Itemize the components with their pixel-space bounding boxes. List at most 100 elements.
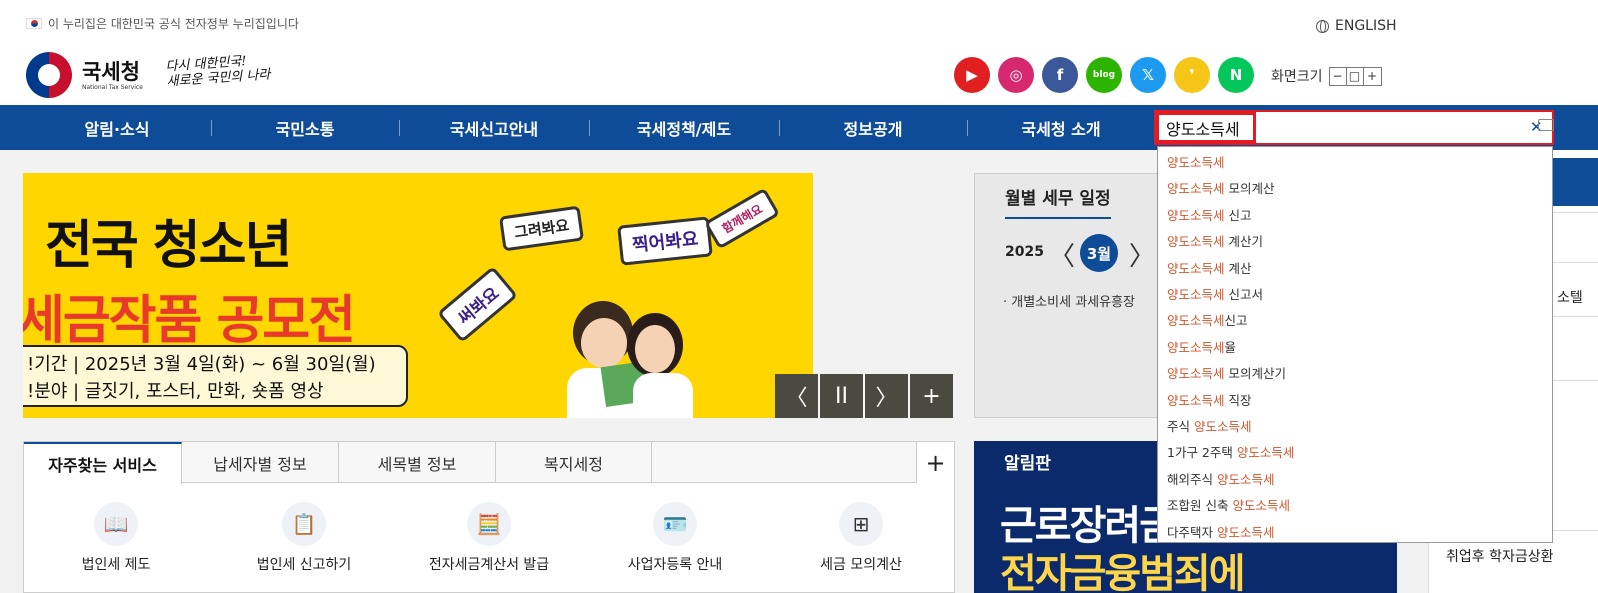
font-increase-button[interactable]: +	[1363, 67, 1381, 85]
nav-tax-filing[interactable]: 국세신고안내	[399, 105, 589, 150]
x-icon[interactable]: 𝕏	[1130, 57, 1166, 93]
tabs-more-button[interactable]: +	[916, 442, 954, 483]
service-tax-simulation[interactable]: ⊞ 세금 모의계산	[771, 502, 951, 574]
banner-controls: 〈 II 〉 +	[775, 374, 953, 418]
suggestion-item[interactable]: 조합원 신축 양도소득세	[1167, 495, 1290, 514]
schedule-prev-button[interactable]: 〈	[1049, 236, 1075, 273]
logo-eng: National Tax Service	[82, 83, 143, 91]
calculator-icon: 🧮	[467, 502, 511, 546]
suggestion-highlight: 양도소득세	[1167, 392, 1225, 408]
schedule-title: 월별 세무 일정	[1005, 184, 1111, 219]
suggestion-rest: 신고	[1224, 207, 1252, 223]
suggestion-highlight: 양도소득세	[1167, 339, 1225, 355]
banner-period: !기간 | 2025년 3월 4일(화) ~ 6월 30일(월)	[27, 354, 376, 375]
service-corporate-tax[interactable]: 📖 법인세 제도	[26, 502, 206, 574]
suggestion-rest: 신고	[1224, 313, 1248, 329]
globe-icon	[1316, 19, 1329, 33]
suggestion-item[interactable]: 양도소득세 직장	[1167, 390, 1252, 409]
keyboard-icon[interactable]	[1538, 119, 1554, 131]
banner-title1: 전국 청소년	[45, 216, 292, 276]
instagram-icon[interactable]: ◎	[998, 57, 1034, 93]
suggestion-prefix: 조합원 신축	[1167, 498, 1233, 514]
font-reset-button[interactable]: □	[1346, 67, 1364, 85]
tax-schedule: 월별 세무 일정 2025 〈 3월 〉 · 개별소비세 과세유흥장	[974, 173, 1174, 418]
bubble-write: 써봐요	[436, 266, 518, 343]
kakao-story-icon[interactable]: ❜	[1174, 57, 1210, 93]
bubble-together: 함께해요	[703, 187, 781, 250]
nav-notice[interactable]: 알림·소식	[23, 105, 211, 150]
id-card-icon: 🪪	[653, 502, 697, 546]
bubble-draw: 그려봐요	[498, 205, 585, 252]
suggestion-rest: 신고서	[1224, 287, 1263, 302]
suggestion-item[interactable]: 양도소득세 모의계산	[1167, 178, 1275, 197]
banner-next-button[interactable]: 〉	[865, 374, 908, 418]
korea-flag-icon	[26, 18, 42, 29]
english-label: ENGLISH	[1335, 18, 1397, 34]
suggestion-item[interactable]: 양도소득세 모의계산기	[1167, 363, 1286, 382]
banner-more-button[interactable]: +	[910, 374, 953, 418]
suggestion-prefix: 주식	[1167, 419, 1194, 434]
notice-title: 알림판	[1004, 454, 1051, 474]
logo-kor: 국세청	[82, 59, 140, 84]
suggestion-item[interactable]: 양도소득세율	[1167, 337, 1236, 356]
tab-tax-item-info[interactable]: 세목별 정보	[339, 442, 496, 483]
suggestion-rest: 계산기	[1224, 234, 1263, 250]
tab-frequent-services[interactable]: 자주찾는 서비스	[24, 442, 182, 484]
suggestion-highlight: 양도소득세	[1216, 471, 1275, 487]
main-banner[interactable]: 전국 청소년 세금작품 공모전 !기간 | 2025년 3월 4일(화) ~ 6…	[23, 173, 813, 418]
font-size-label: 화면크기	[1271, 69, 1323, 85]
suggestion-item[interactable]: 양도소득세 계산	[1167, 258, 1252, 277]
banner-pause-button[interactable]: II	[820, 374, 863, 418]
nav-tax-policy[interactable]: 국세정책/제도	[589, 105, 779, 150]
suggestion-item[interactable]: 양도소득세 신고	[1167, 205, 1252, 224]
math-symbols-icon: ⊞	[839, 502, 883, 546]
english-link[interactable]: ENGLISH	[1316, 18, 1397, 34]
service-business-registration[interactable]: 🪪 사업자등록 안내	[585, 502, 765, 574]
font-decrease-button[interactable]: −	[1329, 67, 1347, 85]
suggestion-highlight: 양도소득세	[1167, 155, 1225, 170]
book-icon: 📖	[94, 502, 138, 546]
search-box: ✕	[1154, 110, 1554, 145]
suggestion-highlight: 양도소득세	[1232, 498, 1290, 514]
suggestion-item[interactable]: 1가구 2주택 양도소득세	[1167, 442, 1294, 461]
service-e-invoice[interactable]: 🧮 전자세금계산서 발급	[399, 502, 579, 574]
nav-communication[interactable]: 국민소통	[211, 105, 399, 150]
suggestion-rest: 모의계산	[1224, 181, 1275, 197]
service-tabs: 자주찾는 서비스 납세자별 정보 세목별 정보 복지세정 + 📖 법인세 제도 …	[23, 441, 955, 593]
suggestion-highlight: 양도소득세	[1167, 260, 1225, 276]
suggestion-item[interactable]: 양도소득세신고	[1167, 310, 1248, 329]
suggestion-item[interactable]: 다주택자 양도소득세	[1167, 522, 1275, 541]
tab-welfare-tax[interactable]: 복지세정	[496, 442, 652, 483]
suggestion-item[interactable]: 양도소득세 신고서	[1167, 284, 1263, 303]
suggestion-highlight: 양도소득세	[1167, 313, 1225, 329]
banner-field: !분야 | 글짓기, 포스터, 만화, 숏폼 영상	[27, 381, 324, 402]
site-logo[interactable]: 국세청 National Tax Service	[26, 52, 143, 98]
suggestion-item[interactable]: 주식 양도소득세	[1167, 416, 1252, 435]
font-size-control: 화면크기 − □ +	[1271, 66, 1382, 86]
suggestion-highlight: 양도소득세	[1167, 207, 1225, 223]
right-partial-text2[interactable]: 소텔	[1557, 287, 1583, 307]
tab-taxpayer-info[interactable]: 납세자별 정보	[182, 442, 339, 483]
schedule-item[interactable]: · 개별소비세 과세유흥장	[1003, 291, 1135, 310]
service-label: 세금 모의계산	[820, 557, 902, 573]
youtube-icon[interactable]: ▶	[954, 57, 990, 93]
gov-notice[interactable]: 이 누리집은 대한민국 공식 전자정부 누리집입니다	[26, 15, 299, 32]
facebook-icon[interactable]: f	[1042, 57, 1078, 93]
right-partial-text[interactable]: 취업후 학자금상환	[1446, 546, 1554, 566]
suggestion-highlight: 양도소득세	[1167, 234, 1225, 250]
blog-icon[interactable]: blog	[1086, 57, 1122, 93]
suggestion-rest: 모의계산기	[1224, 366, 1286, 382]
banner-prev-button[interactable]: 〈	[775, 374, 818, 418]
schedule-next-button[interactable]: 〉	[1129, 236, 1155, 273]
suggestion-item[interactable]: 해외주식 양도소득세	[1167, 469, 1275, 488]
search-input[interactable]	[1166, 118, 1496, 137]
naver-post-icon[interactable]: N	[1218, 57, 1254, 93]
nav-info-disclosure[interactable]: 정보공개	[779, 105, 967, 150]
schedule-month: 3월	[1080, 234, 1118, 272]
service-corporate-filing[interactable]: 📋 법인세 신고하기	[214, 502, 394, 574]
nav-about-nts[interactable]: 국세청 소개	[967, 105, 1155, 150]
suggestion-item[interactable]: 양도소득세 계산기	[1167, 231, 1263, 250]
suggestion-item[interactable]: 양도소득세	[1167, 152, 1225, 171]
service-label: 법인세 신고하기	[256, 557, 352, 573]
banner-info-box: !기간 | 2025년 3월 4일(화) ~ 6월 30일(월) !분야 | 글…	[23, 345, 408, 407]
